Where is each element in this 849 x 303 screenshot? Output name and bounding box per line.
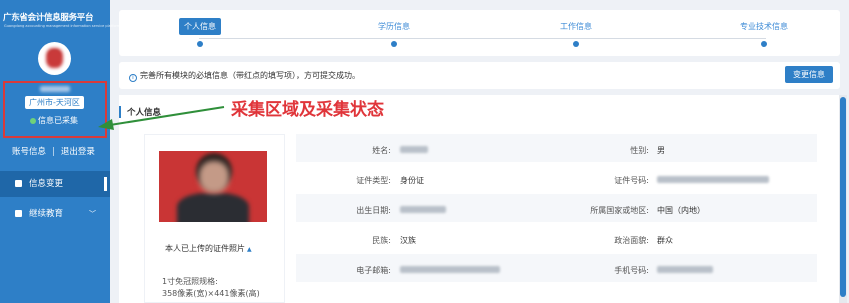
photo-card: 本人已上传的证件照片 ▲ 1寸免冠照规格: 358像素(宽)×441像素(高) <box>144 134 285 303</box>
chevron-down-icon: ﹀ <box>89 210 96 218</box>
step-progress: 个人信息 学历信息 工作信息 专业技术信息 <box>119 10 840 56</box>
annotation-arrow <box>98 106 225 130</box>
photo-spec-note: 1寸免冠照规格: 358像素(宽)×441像素(高) <box>162 276 260 300</box>
platform-subtitle: Guangdong accounting management informat… <box>4 24 121 28</box>
photo-note-line: 1寸免冠照规格: <box>162 277 218 286</box>
redacted-phone <box>657 266 713 273</box>
book-icon <box>15 210 22 217</box>
photo-body <box>177 193 249 222</box>
info-icon: i <box>129 74 137 82</box>
step-node <box>197 41 203 47</box>
id-number-value <box>657 175 769 184</box>
redacted-email <box>400 266 500 273</box>
active-indicator <box>104 177 107 191</box>
sidebar: 广东省会计信息服务平台 Guangdong accounting managem… <box>0 0 120 303</box>
table-row: 出生日期: 所属国家或地区: 中国（内地） <box>296 194 817 224</box>
country-label: 所属国家或地区: <box>590 206 649 215</box>
email-label: 电子邮箱: <box>356 266 391 275</box>
redacted-birth-date <box>400 206 446 213</box>
table-row: 证件类型: 身份证 证件号码: <box>296 164 817 194</box>
step-work-info[interactable]: 工作信息 <box>555 18 597 47</box>
step-label: 专业技术信息 <box>740 22 788 31</box>
avatar-face <box>46 48 63 68</box>
change-info-button[interactable]: 变更信息 <box>785 66 833 83</box>
photo-note-line: 358像素(宽)×441像素(高) <box>162 289 260 298</box>
table-row: 姓名: 性别: 男 <box>296 134 817 164</box>
step-node <box>391 41 397 47</box>
scrollbar-thumb[interactable] <box>840 97 846 297</box>
step-line <box>199 38 766 39</box>
step-label: 学历信息 <box>378 22 410 31</box>
name-value <box>400 145 428 154</box>
email-value <box>400 265 500 274</box>
ethnicity-value: 汉族 <box>400 236 416 245</box>
highlight-box <box>3 81 107 138</box>
political-status-label: 政治面貌: <box>614 236 649 245</box>
photo-caption[interactable]: 本人已上传的证件照片 ▲ <box>165 243 252 254</box>
annotation-label: 采集区域及采集状态 <box>231 100 384 120</box>
birth-date-value <box>400 205 446 214</box>
table-row: 民族: 汉族 政治面貌: 群众 <box>296 224 817 254</box>
political-status-value: 群众 <box>657 236 673 245</box>
personal-info-table: 姓名: 性别: 男 证件类型: 身份证 证件号码: 出生日期: 所属国家或地区:… <box>296 134 817 284</box>
scrollbar[interactable] <box>839 95 847 303</box>
step-professional-info[interactable]: 专业技术信息 <box>735 18 793 47</box>
photo-caption-text: 本人已上传的证件照片 <box>165 244 245 253</box>
country-value: 中国（内地） <box>657 206 705 215</box>
step-personal-info[interactable]: 个人信息 <box>179 18 221 47</box>
step-node <box>573 41 579 47</box>
phone-value <box>657 265 713 274</box>
id-photo <box>159 151 267 222</box>
name-label: 姓名: <box>372 146 391 155</box>
platform-title: 广东省会计信息服务平台 <box>3 13 94 23</box>
id-number-label: 证件号码: <box>614 176 649 185</box>
redacted-id-number <box>657 176 769 183</box>
phone-label: 手机号码: <box>614 266 649 275</box>
gender-label: 性别: <box>630 146 649 155</box>
document-icon <box>15 180 22 187</box>
id-type-label: 证件类型: <box>356 176 391 185</box>
notice-message: 完善所有模块的必填信息（带红点的填写项），方可提交成功。 <box>140 71 360 80</box>
step-label: 工作信息 <box>560 22 592 31</box>
logout-link[interactable]: 退出登录 <box>61 147 95 157</box>
sidebar-item-info-change[interactable]: 信息变更 <box>0 171 110 197</box>
account-links: 账号信息 | 退出登录 <box>12 145 95 157</box>
account-info-link[interactable]: 账号信息 <box>12 147 46 157</box>
link-separator: | <box>52 147 55 157</box>
step-label: 个人信息 <box>179 18 221 35</box>
caret-up-icon: ▲ <box>247 246 252 253</box>
sidebar-item-label: 继续教育 <box>29 209 64 219</box>
table-row: 电子邮箱: 手机号码: <box>296 254 817 284</box>
birth-date-label: 出生日期: <box>356 206 391 215</box>
ethnicity-label: 民族: <box>372 236 391 245</box>
notice-bar: i 完善所有模块的必填信息（带红点的填写项），方可提交成功。 变更信息 <box>119 62 840 89</box>
avatar[interactable] <box>38 42 71 75</box>
notice-text: i 完善所有模块的必填信息（带红点的填写项），方可提交成功。 <box>129 70 360 82</box>
photo-face <box>199 161 229 193</box>
gender-value: 男 <box>657 146 665 155</box>
step-node <box>761 41 767 47</box>
sidebar-item-continuing-education[interactable]: 继续教育 ﹀ <box>0 201 110 227</box>
step-education-info[interactable]: 学历信息 <box>373 18 415 47</box>
id-type-value: 身份证 <box>400 176 424 185</box>
redacted-name <box>400 146 428 153</box>
sidebar-item-label: 信息变更 <box>29 179 64 189</box>
